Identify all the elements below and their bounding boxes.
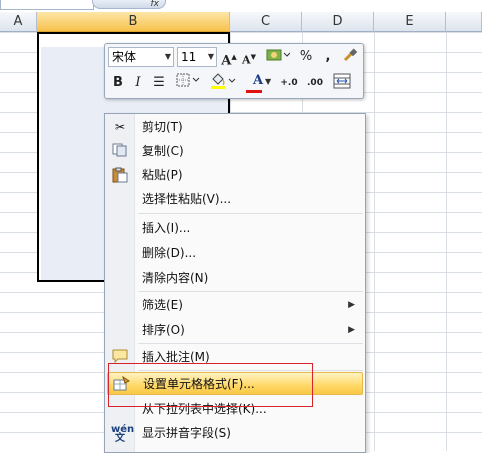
menu-separator [138,291,363,292]
paint-bucket-icon [211,73,236,89]
increase-decimal-button[interactable]: +.0 [277,73,301,93]
column-header-b[interactable]: B [37,12,230,32]
menu-separator [138,343,363,344]
font-name-value: 宋体 [112,50,137,64]
menu-item-insert[interactable]: 插入(I)... [107,217,363,240]
menu-item-show-phonetic[interactable]: wén 文 显示拼音字段(S) [107,422,363,445]
currency-format-icon [266,49,291,61]
format-painter-button[interactable] [341,47,359,70]
column-header-e[interactable]: E [374,12,446,32]
menu-item-paste-special[interactable]: 选择性粘贴(V)... [107,188,363,211]
grid-line [374,32,375,451]
fx-button[interactable]: fx [92,0,166,9]
fill-color-button[interactable] [209,73,237,96]
center-align-button[interactable]: ☰ [150,73,168,93]
merge-center-button[interactable] [331,73,353,96]
font-color-swatch [246,90,262,93]
number-format-button[interactable] [263,47,293,70]
formula-bar: fx [0,0,482,12]
menu-item-copy[interactable]: 复制(C) [107,140,363,163]
chevron-down-icon: ▼ [265,76,272,86]
italic-button[interactable]: I [130,73,146,93]
copy-icon [111,143,129,160]
shrink-font-button[interactable]: A▼ [241,47,257,71]
font-size-combo[interactable]: 11 ▼ [177,47,217,67]
decrease-decimal-button[interactable]: .00 [303,73,327,93]
comma-style-button[interactable]: , [321,47,335,67]
phonetic-icon: wén 文 [111,424,135,444]
brush-icon [343,48,358,62]
annotation-highlight-box [108,363,313,407]
chevron-down-icon: ▼ [207,52,214,61]
grow-font-button[interactable]: A▲ [221,47,237,71]
column-header-c[interactable]: C [230,12,302,32]
mini-toolbar: 宋体 ▼ 11 ▼ A▲ A▼ % , B I ☰ A ▼ +.0 .00 [104,43,364,99]
menu-item-delete[interactable]: 删除(D)... [107,242,363,265]
menu-item-sort[interactable]: 排序(O) ▶ [107,319,363,342]
menu-item-cut[interactable]: ✂ 剪切(T) [107,116,363,139]
name-box[interactable] [0,0,94,10]
grid-line [446,32,447,451]
column-header-a[interactable]: A [0,12,37,32]
font-color-button[interactable]: A ▼ [245,71,272,93]
align-center-icon: ☰ [153,75,165,90]
menu-item-filter[interactable]: 筛选(E) ▶ [107,294,363,317]
font-name-combo[interactable]: 宋体 ▼ [108,47,174,67]
bold-button[interactable]: B [110,73,126,93]
menu-separator [138,213,363,214]
submenu-arrow-icon: ▶ [348,325,355,335]
column-header-f[interactable] [446,12,482,32]
merge-cells-icon [333,73,351,89]
menu-item-paste[interactable]: 粘贴(P) [107,164,363,187]
submenu-arrow-icon: ▶ [348,300,355,310]
chevron-down-icon: ▼ [164,52,171,61]
paste-icon [111,167,129,184]
column-header-d[interactable]: D [302,12,374,32]
percent-style-button[interactable]: % [299,47,313,67]
menu-item-clear-contents[interactable]: 清除内容(N) [107,267,363,290]
scissors-icon: ✂ [114,120,126,134]
borders-icon [176,73,200,87]
font-size-value: 11 [181,50,197,64]
borders-button[interactable] [175,73,201,94]
